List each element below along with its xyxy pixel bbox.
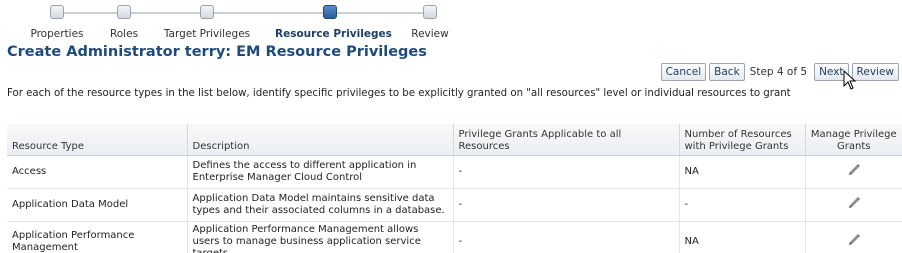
column-header-manage[interactable]: Manage Privilege Grants	[804, 124, 902, 156]
table-header-row: Resource Type Description Privilege Gran…	[7, 124, 902, 156]
step-node[interactable]	[117, 5, 131, 19]
cell-manage	[804, 155, 902, 189]
cell-description: Defines the access to different applicat…	[186, 155, 453, 189]
back-button[interactable]: Back	[709, 63, 745, 81]
step-resource-privileges: Resource Privileges	[275, 5, 392, 40]
cell-privilege-grants: -	[452, 155, 679, 189]
pencil-icon[interactable]	[846, 232, 862, 248]
step-target-privileges[interactable]: Target Privileges	[152, 5, 262, 40]
column-header-resource-type[interactable]: Resource Type	[7, 124, 187, 156]
resource-privileges-table: Resource Type Description Privilege Gran…	[7, 124, 902, 253]
step-label[interactable]: Target Privileges	[152, 28, 262, 40]
step-node[interactable]	[50, 5, 64, 19]
cell-description: Application Performance Management allow…	[186, 221, 453, 253]
cell-resource-type: Application Data Model	[7, 188, 187, 222]
cancel-button[interactable]: Cancel	[660, 63, 707, 81]
review-button[interactable]: Review	[851, 63, 899, 81]
cell-resource-type: Application Performance Management	[7, 221, 187, 253]
cell-num-resources: NA	[678, 221, 805, 253]
step-label: Resource Privileges	[275, 28, 392, 40]
step-node[interactable]	[200, 5, 214, 19]
cell-num-resources: -	[678, 188, 805, 222]
cell-manage	[804, 221, 902, 253]
table-row[interactable]: Application Data Model Application Data …	[7, 188, 902, 222]
column-header-num-resources[interactable]: Number of Resources with Privilege Grant…	[678, 124, 805, 156]
cell-manage	[804, 188, 902, 222]
cell-privilege-grants: -	[452, 188, 679, 222]
step-label[interactable]: Review	[375, 28, 485, 40]
pencil-icon[interactable]	[846, 162, 862, 178]
pencil-icon[interactable]	[846, 195, 862, 211]
step-node-current	[323, 5, 337, 19]
wizard-button-bar: Cancel Back Step 4 of 5 Next Review	[658, 63, 899, 81]
cell-privilege-grants: -	[452, 221, 679, 253]
table-row[interactable]: Access Defines the access to different a…	[7, 155, 902, 189]
cell-resource-type: Access	[7, 155, 187, 189]
cell-num-resources: NA	[678, 155, 805, 189]
mouse-cursor-icon	[843, 70, 857, 90]
wizard-train: Properties Roles Target Privileges Resou…	[0, 0, 902, 44]
page-title: Create Administrator terry: EM Resource …	[7, 44, 427, 60]
cell-description: Application Data Model maintains sensiti…	[186, 188, 453, 222]
column-header-privilege-grants[interactable]: Privilege Grants Applicable to all Resou…	[452, 124, 679, 156]
table-row[interactable]: Application Performance Management Appli…	[7, 221, 902, 253]
instructions-text: For each of the resource types in the li…	[7, 88, 791, 99]
step-indicator: Step 4 of 5	[749, 66, 808, 78]
column-header-description[interactable]: Description	[186, 124, 453, 156]
step-review[interactable]: Review	[375, 5, 485, 40]
step-node[interactable]	[423, 5, 437, 19]
